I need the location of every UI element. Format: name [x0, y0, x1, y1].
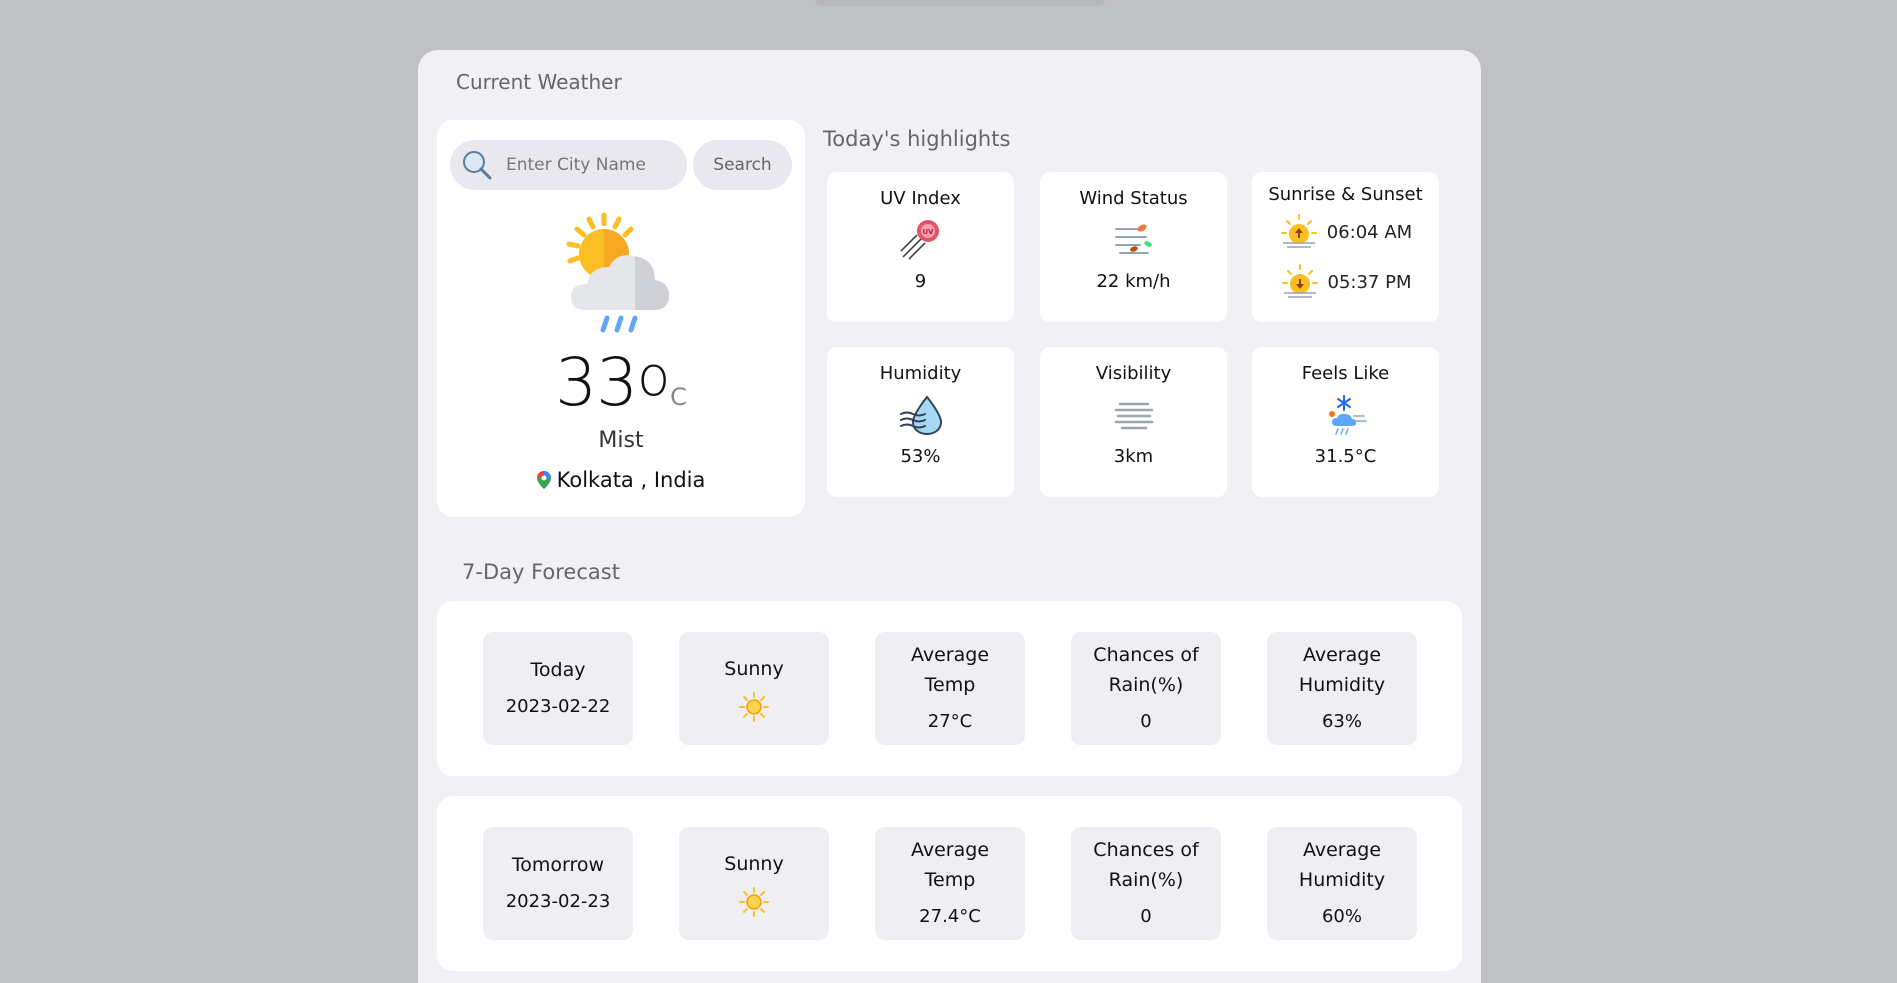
feels-like-value: 31.5°C [1314, 446, 1377, 467]
forecast-humidity-cell: Average Humidity 60% [1267, 827, 1417, 940]
forecast-humidity-cell: Average Humidity 63% [1267, 632, 1417, 745]
forecast-condition: Sunny [724, 657, 784, 680]
location-text: Kolkata , India [556, 468, 706, 492]
forecast-day: Tomorrow [511, 853, 605, 876]
visibility-value: 3km [1113, 446, 1154, 467]
avg-temp-label: Average Temp [910, 644, 990, 696]
forecast-avg-temp-cell: Average Temp 27.4°C [875, 827, 1025, 940]
forecast-avg-temp-cell: Average Temp 27°C [875, 632, 1025, 745]
forecast-condition: Sunny [724, 852, 784, 875]
forecast-rain-cell: Chances of Rain(%) 0 [1071, 827, 1221, 940]
avg-humidity-label: Average Humidity [1298, 839, 1386, 891]
visibility-card: Visibility 3km [1040, 347, 1227, 497]
uv-index-card: UV Index UV 9 [827, 172, 1014, 322]
sunrise-time: 06:04 AM [1326, 221, 1413, 243]
forecast-day: Today [530, 658, 586, 681]
humidity-card: Humidity 53% [827, 347, 1014, 497]
sunset-time: 05:37 PM [1327, 271, 1412, 293]
sunrise-sunset-label: Sunrise & Sunset [1268, 184, 1423, 205]
humidity-value: 53% [900, 446, 941, 467]
sunset-icon [1281, 264, 1318, 298]
avg-humidity-value: 63% [1321, 710, 1362, 732]
search-box [450, 140, 687, 190]
rain-value: 0 [1140, 905, 1152, 927]
avg-humidity-value: 60% [1321, 905, 1362, 927]
sunset-row: 05:37 PM [1252, 257, 1439, 307]
sunrise-sunset-card: Sunrise & Sunset 06:04 AM 05:37 PM [1252, 172, 1439, 322]
forecast-date: 2023-02-22 [505, 696, 611, 718]
uv-index-label: UV Index [880, 188, 961, 209]
forecast-title: 7-Day Forecast [462, 560, 620, 584]
sun-icon [739, 887, 769, 918]
wind-status-card: Wind Status 22 km/h [1040, 172, 1227, 322]
avg-temp-value: 27°C [927, 710, 973, 732]
search-button[interactable]: Search [693, 140, 792, 190]
uv-index-value: 9 [914, 271, 927, 292]
degree-symbol: o [637, 345, 671, 408]
location: Kolkata , India [437, 468, 805, 492]
forecast-date: 2023-02-23 [505, 891, 611, 913]
current-weather-card: Search 33oC Mist [437, 120, 805, 517]
wind-icon [1114, 224, 1152, 254]
page-title: Current Weather [456, 70, 622, 94]
uv-icon: UV [899, 220, 939, 260]
forecast-row: Today 2023-02-22 Sunny Average Temp 27°C… [437, 601, 1462, 776]
forecast-row: Tomorrow 2023-02-23 Sunny Average Temp 2… [437, 796, 1462, 971]
humidity-label: Humidity [879, 363, 962, 384]
search-input[interactable] [506, 155, 676, 175]
forecast-day-cell: Today 2023-02-22 [483, 632, 633, 745]
sun-cloud-rain-icon [566, 212, 669, 333]
rain-value: 0 [1140, 710, 1152, 732]
avg-temp-value: 27.4°C [919, 905, 981, 927]
wind-status-label: Wind Status [1079, 188, 1188, 209]
humidity-drop-icon [899, 395, 942, 436]
weather-condition: Mist [598, 428, 644, 453]
feels-like-label: Feels Like [1301, 363, 1390, 384]
avg-temp-label: Average Temp [910, 839, 990, 891]
visibility-label: Visibility [1095, 363, 1172, 384]
wind-status-value: 22 km/h [1096, 271, 1171, 292]
avg-humidity-label: Average Humidity [1298, 644, 1386, 696]
snow-cloud-icon [1328, 395, 1367, 435]
forecast-rain-cell: Chances of Rain(%) 0 [1071, 632, 1221, 745]
location-pin-icon [536, 471, 551, 489]
sunrise-row: 06:04 AM [1252, 207, 1439, 257]
top-tab [815, 0, 1105, 6]
sun-icon [739, 692, 769, 723]
rain-label: Chances of Rain(%) [1093, 644, 1199, 696]
feels-like-card: Feels Like 31.5°C [1252, 347, 1439, 497]
forecast-condition-cell: Sunny [679, 632, 829, 745]
forecast-day-cell: Tomorrow 2023-02-23 [483, 827, 633, 940]
sunrise-icon [1280, 214, 1317, 248]
svg-text:UV: UV [922, 228, 934, 236]
temperature-value: 33 [555, 344, 638, 421]
highlights-title: Today's highlights [823, 127, 1011, 151]
fog-icon [1114, 402, 1153, 430]
weather-app: Current Weather Search [418, 50, 1481, 983]
temperature-unit: C [670, 383, 687, 411]
temperature-display: 33oC [437, 350, 805, 416]
rain-label: Chances of Rain(%) [1093, 839, 1199, 891]
forecast-condition-cell: Sunny [679, 827, 829, 940]
search-icon[interactable] [460, 148, 494, 182]
